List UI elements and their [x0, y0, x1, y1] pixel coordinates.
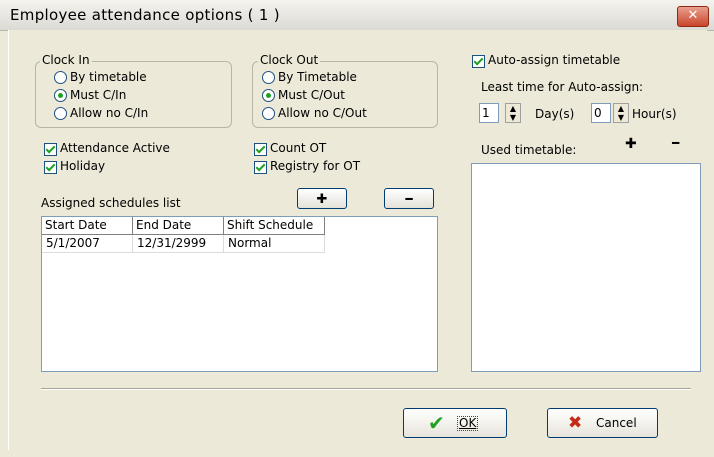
hour-spinner[interactable]: ▲ ▼ — [613, 103, 629, 123]
schedules-table[interactable]: Start Date End Date Shift Schedule 5/1/2… — [41, 216, 438, 372]
day-spinner[interactable]: ▲ ▼ — [505, 103, 521, 123]
spin-up-icon: ▲ — [509, 104, 517, 113]
hour-input[interactable]: 0 — [591, 103, 611, 123]
hour-unit-label: Hour(s) — [632, 107, 677, 121]
checkmark-icon: ✔ — [428, 411, 445, 435]
column-header-start-date[interactable]: Start Date — [42, 217, 133, 235]
attendance-active-checkbox[interactable] — [44, 143, 57, 156]
cell-shift-schedule: Normal — [224, 235, 325, 253]
radio-allow-no-cout-label[interactable]: Allow no C/Out — [278, 106, 367, 120]
clock-in-legend: Clock In — [40, 53, 92, 67]
window-title: Employee attendance options ( 1 ) — [10, 6, 280, 24]
add-schedule-button[interactable]: ✚ — [297, 188, 347, 209]
radio-allow-no-cout[interactable] — [262, 107, 275, 120]
add-timetable-icon[interactable]: ✚ — [625, 136, 637, 152]
close-button[interactable]: ✕ — [677, 6, 709, 27]
title-bar: Employee attendance options ( 1 ) ✕ — [0, 0, 714, 31]
holiday-checkbox[interactable] — [44, 161, 57, 174]
close-icon: ✕ — [687, 8, 699, 23]
holiday-label[interactable]: Holiday — [60, 159, 105, 173]
remove-timetable-icon[interactable]: ━ — [672, 136, 679, 150]
cell-end-date: 12/31/2999 — [133, 235, 224, 253]
table-row[interactable]: 5/1/2007 12/31/2999 Normal — [42, 235, 325, 253]
radio-must-cout[interactable] — [262, 89, 275, 102]
radio-by-timetable-out[interactable] — [262, 71, 275, 84]
remove-schedule-button[interactable]: ━ — [384, 188, 434, 209]
ok-button[interactable]: ✔ OK — [403, 408, 507, 438]
radio-by-timetable-out-label[interactable]: By Timetable — [278, 70, 357, 84]
radio-by-timetable-label[interactable]: By timetable — [70, 70, 147, 84]
auto-assign-label[interactable]: Auto-assign timetable — [488, 53, 620, 67]
day-unit-label: Day(s) — [535, 107, 575, 121]
cancel-button-label: Cancel — [596, 416, 637, 430]
x-icon: ✖ — [568, 413, 583, 433]
cancel-button[interactable]: ✖ Cancel — [547, 408, 658, 438]
radio-must-cin-label[interactable]: Must C/In — [70, 88, 126, 102]
plus-icon: ✚ — [316, 192, 328, 207]
column-header-shift-schedule[interactable]: Shift Schedule — [224, 217, 325, 235]
minus-icon: ━ — [405, 192, 413, 206]
used-timetable-list[interactable] — [471, 163, 701, 372]
count-ot-label[interactable]: Count OT — [270, 141, 326, 155]
cell-start-date: 5/1/2007 — [42, 235, 133, 253]
radio-must-cin[interactable] — [54, 89, 67, 102]
spin-down-icon: ▼ — [509, 113, 517, 122]
schedules-list-label: Assigned schedules list — [41, 196, 181, 210]
spin-up-icon: ▲ — [617, 104, 625, 113]
clock-out-legend: Clock Out — [258, 53, 321, 67]
least-time-label: Least time for Auto-assign: — [481, 80, 644, 94]
radio-by-timetable[interactable] — [54, 71, 67, 84]
spin-down-icon: ▼ — [617, 113, 625, 122]
radio-allow-no-cin[interactable] — [54, 107, 67, 120]
radio-must-cout-label[interactable]: Must C/Out — [278, 88, 345, 102]
attendance-active-label[interactable]: Attendance Active — [60, 141, 170, 155]
used-timetable-label: Used timetable: — [481, 143, 577, 157]
separator — [41, 388, 691, 390]
day-input[interactable]: 1 — [479, 103, 499, 123]
auto-assign-checkbox[interactable] — [472, 55, 485, 68]
radio-allow-no-cin-label[interactable]: Allow no C/In — [70, 106, 148, 120]
count-ot-checkbox[interactable] — [254, 143, 267, 156]
ok-button-label: OK — [457, 416, 479, 431]
registry-ot-checkbox[interactable] — [254, 161, 267, 174]
registry-ot-label[interactable]: Registry for OT — [270, 159, 360, 173]
column-header-end-date[interactable]: End Date — [133, 217, 224, 235]
